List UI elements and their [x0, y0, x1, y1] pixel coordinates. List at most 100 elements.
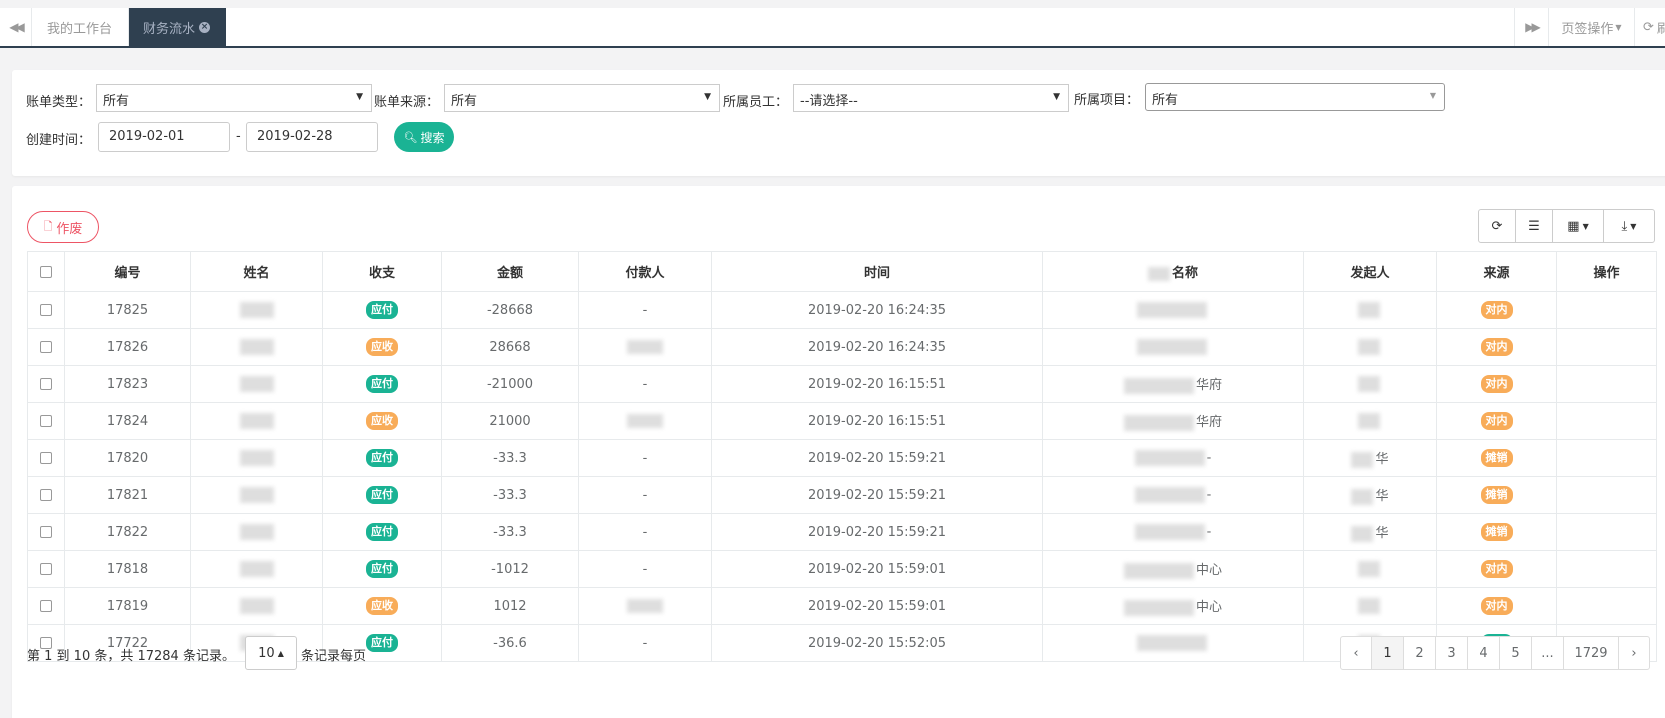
cell-name — [190, 550, 323, 588]
row-checkbox-cell[interactable] — [27, 402, 65, 440]
cell-amount: -36.6 — [441, 624, 579, 662]
close-icon[interactable]: × — [199, 21, 211, 33]
page-size-dropdown[interactable]: 10 ▲ — [245, 636, 297, 670]
col-header-name[interactable]: 姓名 — [190, 251, 323, 292]
pagination-page-1[interactable]: 1 — [1371, 636, 1404, 670]
tab-scroll-right-button[interactable]: ▶▶ — [1514, 8, 1548, 46]
bill-type-select[interactable]: 所有 ▼ — [96, 84, 372, 112]
col-header-amount[interactable]: 金额 — [441, 251, 579, 292]
caret-down-icon: ▼ — [1429, 91, 1436, 100]
table-row[interactable]: 17824 应收 21000 2019-02-20 16:15:51 华府 对内 — [27, 402, 1657, 440]
project-select[interactable]: 所有 ▼ — [1145, 83, 1445, 111]
date-to-input[interactable]: 2019-02-28 — [246, 122, 378, 152]
cell-id: 17821 — [64, 476, 191, 514]
cell-id: 17825 — [64, 291, 191, 329]
row-checkbox[interactable] — [40, 489, 52, 501]
row-checkbox[interactable] — [40, 600, 52, 612]
row-checkbox-cell[interactable] — [27, 291, 65, 329]
row-checkbox[interactable] — [40, 415, 52, 427]
table-row[interactable]: 17826 应收 28668 2019-02-20 16:24:35 对内 — [27, 328, 1657, 366]
table-row[interactable]: 17821 应付 -33.3 - 2019-02-20 15:59:21 - 华 摊销 — [27, 476, 1657, 514]
cell-type: 应收 — [322, 328, 442, 366]
cell-initiator — [1303, 291, 1437, 329]
pagination-prev-button[interactable]: ‹ — [1340, 636, 1372, 670]
table-row[interactable]: 17825 应付 -28668 - 2019-02-20 16:24:35 对内 — [27, 291, 1657, 329]
pagination-page-5[interactable]: 5 — [1499, 636, 1532, 670]
pagination-page-2[interactable]: 2 — [1403, 636, 1436, 670]
bill-source-select[interactable]: 所有 ▼ — [444, 84, 720, 112]
col-header-payer[interactable]: 付款人 — [578, 251, 712, 292]
cell-time: 2019-02-20 15:59:21 — [711, 439, 1043, 477]
cell-amount: 1012 — [441, 587, 579, 625]
row-checkbox[interactable] — [40, 341, 52, 353]
pagination-next-button[interactable]: › — [1618, 636, 1650, 670]
void-button[interactable]: 🗋 作废 — [27, 211, 99, 243]
row-checkbox[interactable] — [40, 378, 52, 390]
cell-id: 17818 — [64, 550, 191, 588]
bill-type-label: 账单类型： — [26, 95, 92, 110]
col-header-initiator[interactable]: 发起人 — [1303, 251, 1437, 292]
cell-payer — [578, 402, 712, 440]
cell-payer: - — [578, 365, 712, 403]
date-from-input[interactable]: 2019-02-01 — [98, 122, 230, 152]
tab-workbench[interactable]: 我的工作台 — [33, 8, 129, 46]
pagination-page-1729[interactable]: 1729 — [1563, 636, 1619, 670]
table-row[interactable]: 17822 应付 -33.3 - 2019-02-20 15:59:21 - 华 摊销 — [27, 513, 1657, 551]
source-badge: 摊销 — [1480, 449, 1513, 467]
cell-source: 对内 — [1436, 402, 1557, 440]
redacted-block — [1123, 562, 1194, 579]
export-button[interactable]: ⤓ ▼ — [1603, 209, 1655, 243]
row-checkbox-cell[interactable] — [27, 365, 65, 403]
employee-value: --请选择-- — [800, 94, 858, 109]
col-header-type[interactable]: 收支 — [322, 251, 442, 292]
cell-title: 中心 — [1042, 587, 1304, 625]
row-checkbox[interactable] — [40, 452, 52, 464]
cell-ops — [1556, 587, 1657, 625]
source-badge: 对内 — [1480, 560, 1513, 578]
col-header-source[interactable]: 来源 — [1436, 251, 1557, 292]
tab-ops-dropdown[interactable]: 页签操作 ▼ — [1548, 8, 1634, 46]
employee-select[interactable]: --请选择-- ▼ — [793, 84, 1069, 112]
row-checkbox[interactable] — [40, 563, 52, 575]
toggle-view-button[interactable]: ☰ — [1515, 209, 1553, 243]
table-row[interactable]: 17823 应付 -21000 - 2019-02-20 16:15:51 华府 对内 — [27, 365, 1657, 403]
redacted-block — [239, 376, 274, 392]
col-header-id[interactable]: 编号 — [64, 251, 191, 292]
cell-time: 2019-02-20 15:59:21 — [711, 513, 1043, 551]
row-checkbox-cell[interactable] — [27, 587, 65, 625]
col-header-time[interactable]: 时间 — [711, 251, 1043, 292]
cell-initiator: 华 — [1303, 513, 1437, 551]
select-all-checkbox[interactable] — [40, 265, 52, 278]
top-strip — [0, 0, 1665, 8]
tab-scroll-left-button[interactable]: ◀◀ — [0, 8, 32, 46]
select-all-cell[interactable] — [27, 251, 65, 292]
cell-initiator — [1303, 328, 1437, 366]
table-row[interactable]: 17818 应付 -1012 - 2019-02-20 15:59:01 中心 对内 — [27, 550, 1657, 588]
tab-finance-flow[interactable]: 财务流水 × — [129, 8, 226, 46]
pagination-ellipsis[interactable]: ... — [1531, 636, 1564, 670]
source-badge: 对内 — [1480, 301, 1513, 319]
table-row[interactable]: 17820 应付 -33.3 - 2019-02-20 15:59:21 - 华 摊销 — [27, 439, 1657, 477]
redacted-block — [627, 340, 663, 354]
row-checkbox-cell[interactable] — [27, 476, 65, 514]
search-button[interactable]: 🔍︎ 搜索 — [394, 122, 454, 152]
cell-title: 中心 — [1042, 550, 1304, 588]
refresh-table-button[interactable]: ⟳ — [1478, 209, 1516, 243]
pagination-page-4[interactable]: 4 — [1467, 636, 1500, 670]
table-row[interactable]: 17819 应收 1012 2019-02-20 15:59:01 中心 对内 — [27, 587, 1657, 625]
col-header-title[interactable]: 名称 — [1042, 251, 1304, 292]
row-checkbox-cell[interactable] — [27, 513, 65, 551]
row-checkbox-cell[interactable] — [27, 328, 65, 366]
redacted-block — [1134, 487, 1205, 503]
row-checkbox[interactable] — [40, 304, 52, 316]
caret-down-icon: ▼ — [356, 92, 363, 102]
row-checkbox-cell[interactable] — [27, 439, 65, 477]
pagination-page-3[interactable]: 3 — [1435, 636, 1468, 670]
tab-refresh-button[interactable]: ⟳ 刷 — [1634, 8, 1665, 46]
row-checkbox-cell[interactable] — [27, 550, 65, 588]
cell-initiator — [1303, 550, 1437, 588]
columns-button[interactable]: ▦ ▼ — [1552, 209, 1604, 243]
row-checkbox[interactable] — [40, 526, 52, 538]
cell-amount: 28668 — [441, 328, 579, 366]
cell-ops — [1556, 550, 1657, 588]
